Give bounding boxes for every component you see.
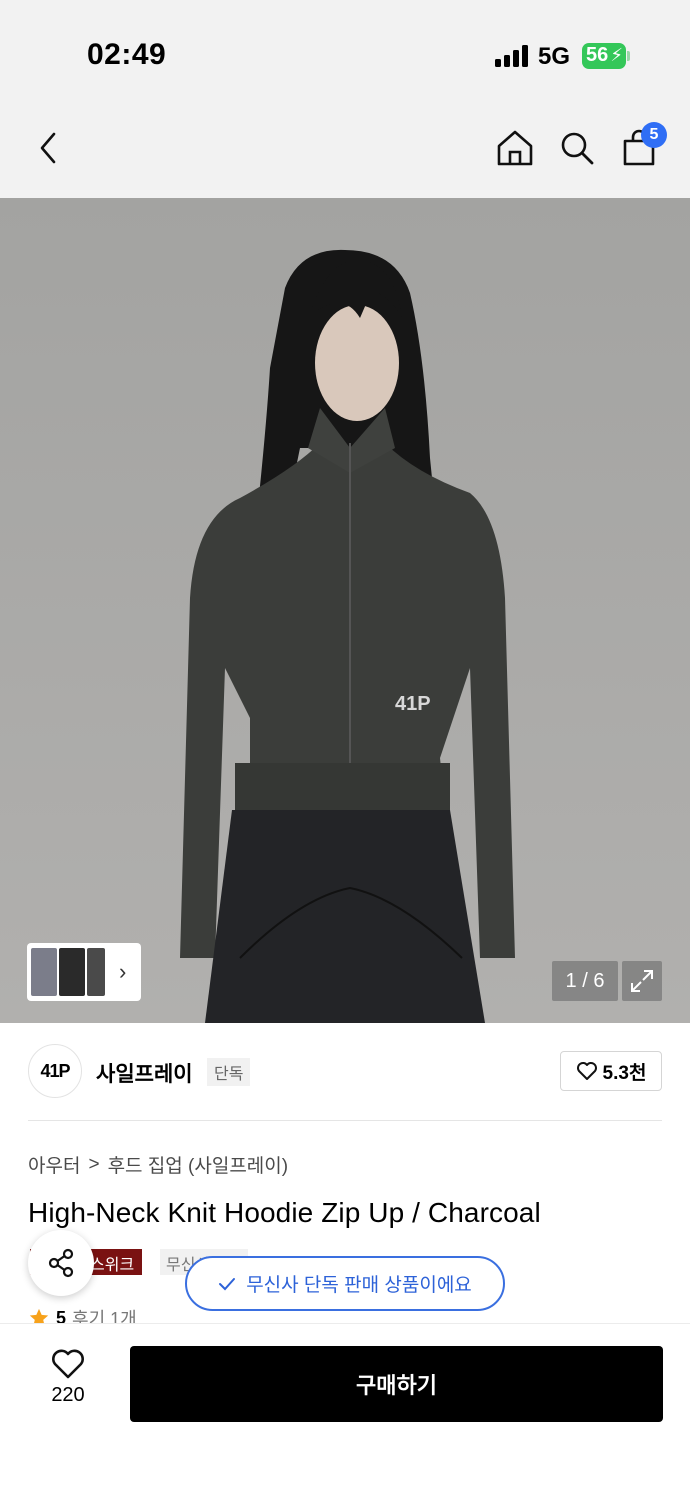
brand-like-button[interactable]: 5.3천	[560, 1051, 662, 1091]
share-icon	[48, 1248, 74, 1278]
product-image[interactable]: 41P › 1 / 6	[0, 198, 690, 1023]
cart-button[interactable]: 5	[617, 122, 667, 170]
search-icon	[561, 132, 594, 165]
product-title: High-Neck Knit Hoodie Zip Up / Charcoal	[28, 1197, 541, 1228]
share-button[interactable]	[28, 1230, 94, 1296]
chevron-left-icon	[40, 132, 56, 164]
thumbnail-2[interactable]	[59, 948, 85, 996]
breadcrumb: 아우터 > 후드 집업 (사일프레이)	[28, 1151, 288, 1178]
expand-icon	[631, 970, 653, 992]
wishlist-count: 220	[51, 1384, 85, 1406]
divider	[28, 1120, 662, 1121]
wishlist-button[interactable]: 220	[36, 1348, 100, 1407]
heart-icon	[52, 1349, 84, 1379]
network-label: 5G	[538, 43, 571, 70]
product-photo: 41P	[0, 198, 690, 1023]
home-icon	[497, 130, 533, 166]
brand-name[interactable]: 사일프레이	[96, 1058, 193, 1088]
thumbnail-3[interactable]	[87, 948, 105, 996]
breadcrumb-category[interactable]: 아우터	[28, 1151, 80, 1178]
battery-level: 56	[586, 44, 609, 66]
battery-cap	[627, 51, 630, 61]
check-icon	[219, 1277, 236, 1290]
signal-icon	[495, 45, 529, 67]
exclusive-toast: 무신사 단독 판매 상품이에요	[185, 1256, 505, 1311]
breadcrumb-subcategory[interactable]: 후드 집업 (사일프레이)	[108, 1151, 289, 1178]
heart-icon	[576, 1062, 597, 1080]
thumbnail-strip[interactable]: ›	[27, 943, 141, 1001]
bottom-action-bar: 220 구매하기	[0, 1323, 690, 1500]
thumbnail-1[interactable]	[31, 948, 57, 996]
chevron-right-icon: ›	[119, 959, 127, 984]
brand-logo[interactable]: 41P	[28, 1044, 82, 1098]
fullscreen-button[interactable]	[622, 961, 662, 1001]
top-nav: 5	[0, 100, 690, 198]
breadcrumb-separator: >	[88, 1153, 100, 1175]
svg-text:41P: 41P	[395, 693, 431, 715]
search-button[interactable]	[555, 126, 599, 170]
status-time: 02:49	[87, 38, 167, 71]
cart-count-badge: 5	[641, 122, 667, 148]
brand-exclusive-tag: 단독	[207, 1058, 251, 1086]
buy-button[interactable]: 구매하기	[130, 1346, 663, 1422]
toast-message: 무신사 단독 판매 상품이에요	[246, 1275, 472, 1296]
image-page-indicator: 1 / 6	[552, 961, 618, 1001]
status-bar: 02:49 5G 56 ⚡	[0, 0, 690, 100]
back-button[interactable]	[26, 126, 70, 170]
brand-like-count: 5.3천	[602, 1062, 647, 1084]
home-button[interactable]	[493, 126, 537, 170]
charging-icon: ⚡	[610, 45, 623, 65]
battery-icon: 56 ⚡	[582, 43, 626, 69]
